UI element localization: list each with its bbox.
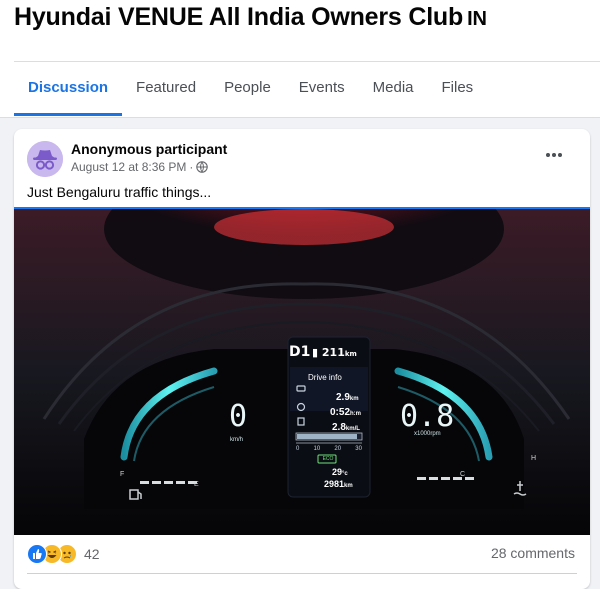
rpm-value: 0.8 bbox=[400, 399, 455, 434]
range-value: 211 bbox=[321, 346, 345, 359]
temp-hot-label: H bbox=[531, 455, 537, 462]
tick-30: 30 bbox=[355, 446, 362, 452]
fuel-icon: ▮ bbox=[312, 346, 322, 359]
like-reaction-icon bbox=[27, 544, 47, 564]
trip-time: 0:52h:m bbox=[330, 407, 361, 418]
actions-divider bbox=[27, 573, 577, 574]
tab-events[interactable]: Events bbox=[285, 62, 359, 116]
meta-separator: · bbox=[189, 160, 194, 174]
tab-discussion[interactable]: Discussion bbox=[14, 62, 123, 116]
odometer-unit: km bbox=[344, 483, 353, 489]
odometer-value: 2981 bbox=[324, 479, 345, 489]
temperature-unit: °c bbox=[342, 471, 348, 477]
fuel-economy: 2.8km/L bbox=[332, 422, 360, 433]
range-unit: km bbox=[344, 350, 357, 358]
tab-files[interactable]: Files bbox=[428, 62, 488, 116]
temperature-value: 29 bbox=[332, 467, 343, 477]
tab-people[interactable]: People bbox=[210, 62, 285, 116]
reaction-count: 42 bbox=[84, 546, 100, 562]
group-title[interactable]: Hyundai VENUE All India Owners Club IN bbox=[14, 3, 487, 32]
rpm-unit: x1000rpm bbox=[414, 431, 441, 437]
range-readout: ▮ 211km bbox=[312, 346, 357, 359]
tab-featured[interactable]: Featured bbox=[122, 62, 210, 116]
trip-time-unit: h:m bbox=[350, 411, 362, 417]
comments-count-link[interactable]: 28 comments bbox=[491, 545, 575, 561]
more-options-icon bbox=[546, 153, 562, 157]
efficiency-scale: 0 10 20 30 bbox=[296, 446, 362, 452]
more-options-button[interactable] bbox=[540, 145, 568, 165]
trip-distance-unit: km bbox=[349, 396, 359, 402]
fuel-full-label: F bbox=[120, 471, 125, 478]
speed-unit: km/h bbox=[230, 437, 244, 443]
group-name: Hyundai VENUE All India Owners Club bbox=[14, 3, 464, 31]
post-timestamp[interactable]: August 12 at 8:36 PM bbox=[71, 160, 186, 174]
globe-icon bbox=[196, 161, 209, 173]
trip-time-value: 0:52 bbox=[330, 407, 351, 418]
fuel-empty-label: E bbox=[194, 481, 199, 488]
gear-indicator: D1 bbox=[289, 344, 311, 360]
trip-distance-value: 2.9 bbox=[336, 392, 350, 403]
reactions-summary[interactable]: 42 bbox=[27, 543, 100, 565]
fuel-economy-unit: km/L bbox=[345, 426, 360, 432]
speed-value: 0 bbox=[229, 399, 248, 434]
instrument-cluster-photo bbox=[14, 159, 590, 535]
trip-distance: 2.9km bbox=[336, 392, 359, 403]
fuel-economy-value: 2.8 bbox=[332, 422, 346, 433]
country-code: IN bbox=[467, 8, 487, 30]
outside-temperature: 29°c bbox=[332, 467, 348, 477]
temp-cold-label: C bbox=[460, 471, 466, 478]
tick-20: 20 bbox=[334, 446, 342, 452]
drive-info-label: Drive info bbox=[308, 373, 342, 382]
post-author[interactable]: Anonymous participant bbox=[71, 141, 227, 157]
eco-badge: ECO bbox=[322, 456, 334, 462]
group-tabs: Discussion Featured People Events Media … bbox=[14, 62, 487, 117]
tick-10: 10 bbox=[313, 446, 321, 452]
tick-0: 0 bbox=[296, 446, 300, 452]
post-card: Anonymous participant August 12 at 8:36 … bbox=[14, 129, 590, 589]
incognito-icon bbox=[27, 141, 63, 177]
group-header: Hyundai VENUE All India Owners Club IN Di… bbox=[0, 0, 600, 118]
post-text: Just Bengaluru traffic things... bbox=[27, 184, 212, 200]
anonymous-avatar[interactable] bbox=[27, 141, 63, 177]
tab-media[interactable]: Media bbox=[359, 62, 428, 116]
post-meta: August 12 at 8:36 PM · bbox=[71, 160, 209, 174]
odometer: 2981km bbox=[324, 479, 353, 489]
post-photo[interactable]: D1 ▮ 211km Drive info 2.9km 0:52h:m 2.8k… bbox=[14, 159, 590, 537]
